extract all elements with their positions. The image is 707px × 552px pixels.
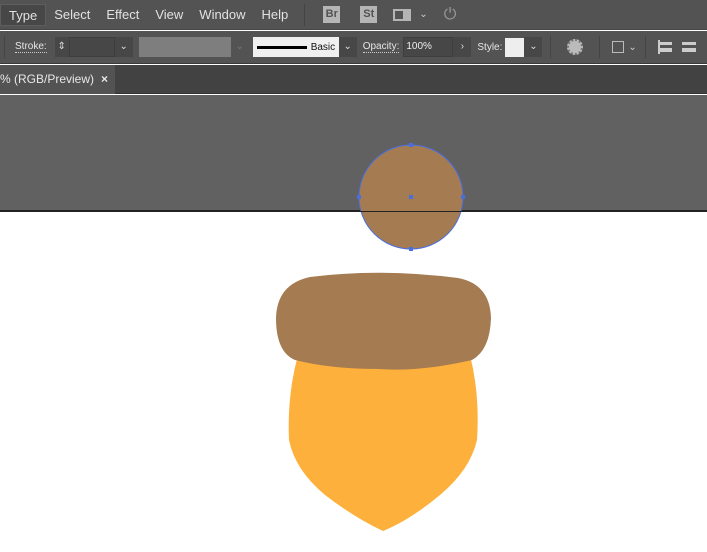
acorn-stem-selected[interactable] [357,143,465,251]
artboard-canvas[interactable] [0,0,707,552]
acorn-body[interactable] [288,355,478,531]
acorn-cap[interactable] [276,272,491,370]
